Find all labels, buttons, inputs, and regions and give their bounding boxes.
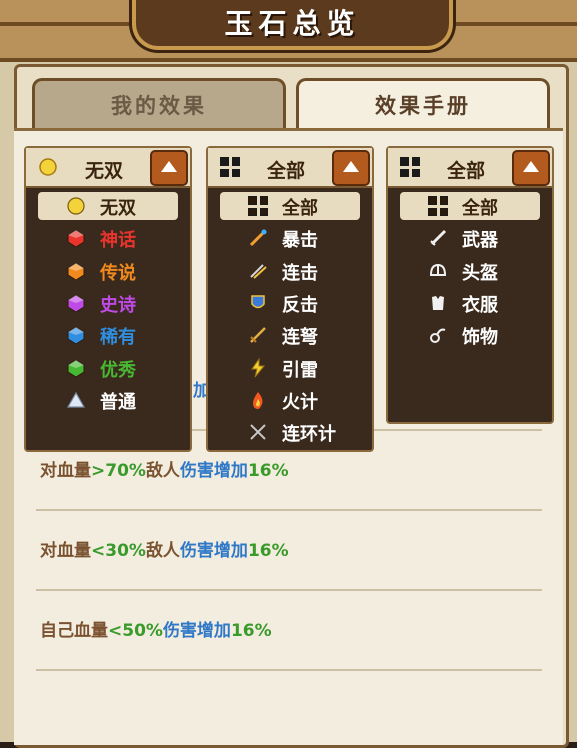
skill-filter-option[interactable]: 连击 (220, 257, 360, 285)
rarity-filter-option[interactable]: 无双 (38, 192, 178, 220)
slot-filter-selected: 全部 (446, 160, 485, 182)
option-label: 稀有 (100, 327, 136, 349)
rarity-filter-option[interactable]: 稀有 (38, 321, 178, 349)
page-title: 玉石总览 (224, 7, 361, 40)
option-label: 连弩 (282, 327, 318, 349)
helmet-icon (428, 261, 448, 281)
skill-filter-option[interactable]: 火计 (220, 386, 360, 414)
option-label: 全部 (282, 198, 318, 219)
option-label: 普通 (100, 391, 136, 413)
option-label: 饰物 (462, 327, 498, 349)
rarity-filter-option[interactable]: 普通 (38, 386, 178, 414)
white-gem-icon (66, 390, 86, 410)
rarity-filter-option[interactable]: 优秀 (38, 354, 178, 382)
yellow-orb-icon (38, 157, 58, 177)
effect-row: 对血量<30%敌人伤害增加16% (36, 509, 542, 591)
tab-my-effects[interactable]: 我的效果 (32, 78, 286, 131)
option-label: 衣服 (462, 294, 498, 316)
slot-filter-option[interactable]: 饰物 (400, 321, 540, 349)
orange-gem-icon (66, 261, 86, 281)
tab-effect-manual[interactable]: 效果手册 (296, 78, 550, 131)
slot-filter-option[interactable]: 头盔 (400, 257, 540, 285)
title-plate: 玉石总览 (132, 0, 453, 50)
yellow-orb-icon (66, 196, 86, 216)
lightning-icon (248, 356, 268, 378)
skill-filter-option[interactable]: 引雷 (220, 354, 360, 382)
effect-row: 自己血量<50%伤害增加16% (36, 589, 542, 671)
skill-filter-option[interactable]: 连弩 (220, 321, 360, 349)
slot-filter-dropdown: 全部 全部武器头盔衣服饰物 (386, 146, 554, 424)
crossbow-icon (248, 325, 268, 345)
slot-filter-option[interactable]: 衣服 (400, 289, 540, 317)
rarity-filter-option[interactable]: 传说 (38, 257, 178, 285)
grid-icon (248, 196, 268, 216)
skill-filter-option[interactable]: 暴击 (220, 224, 360, 252)
option-label: 优秀 (100, 359, 136, 381)
grid-icon (220, 157, 240, 177)
grid-icon (428, 196, 448, 216)
option-label: 头盔 (462, 262, 498, 284)
option-label: 史诗 (100, 294, 136, 316)
slot-filter-option[interactable]: 全部 (400, 192, 540, 220)
blue-gem-icon (66, 325, 86, 345)
skill-filter-dropdown: 全部 全部暴击连击反击连弩引雷火计连环计 (206, 146, 374, 452)
counter-icon (248, 293, 268, 313)
sword-icon (428, 228, 448, 248)
effect-text: 对血量<30%敌人伤害增加16% (40, 541, 289, 561)
red-gem-icon (66, 228, 86, 248)
option-label: 反击 (282, 294, 318, 316)
grid-icon (400, 157, 420, 177)
chain-icon (248, 422, 268, 442)
accessory-icon (428, 325, 448, 345)
option-label: 火计 (282, 391, 318, 413)
combo-strike-icon (248, 261, 268, 281)
skill-filter-option[interactable]: 连环计 (220, 418, 360, 446)
skill-filter-collapse-button[interactable] (332, 150, 370, 186)
green-gem-icon (66, 358, 86, 378)
effect-text: 自己血量<50%伤害增加16% (40, 621, 272, 641)
rarity-filter-selected: 无双 (84, 160, 123, 182)
game-window: 玉石总览 我的效果 效果手册 第三回合开始伤害增加8%对血量>70%敌人伤害增加… (0, 0, 577, 748)
armor-icon (428, 293, 448, 313)
effect-text: 对血量>70%敌人伤害增加16% (40, 461, 289, 481)
purple-gem-icon (66, 293, 86, 313)
critical-strike-icon (248, 228, 268, 248)
option-label: 全部 (462, 198, 498, 219)
rarity-filter-option[interactable]: 神话 (38, 224, 178, 252)
skill-filter-selected: 全部 (266, 160, 305, 182)
skill-filter-option[interactable]: 反击 (220, 289, 360, 317)
option-label: 无双 (100, 198, 136, 219)
fire-icon (248, 390, 268, 410)
option-label: 引雷 (282, 359, 318, 381)
skill-filter-option[interactable]: 全部 (220, 192, 360, 220)
option-label: 传说 (100, 262, 136, 284)
rarity-filter-option[interactable]: 史诗 (38, 289, 178, 317)
slot-filter-collapse-button[interactable] (512, 150, 550, 186)
option-label: 武器 (462, 230, 498, 252)
option-label: 暴击 (282, 230, 318, 252)
slot-filter-option[interactable]: 武器 (400, 224, 540, 252)
rarity-filter-collapse-button[interactable] (150, 150, 188, 186)
option-label: 连击 (282, 262, 318, 284)
option-label: 连环计 (282, 424, 336, 446)
rarity-filter-dropdown: 无双 无双神话传说史诗稀有优秀普通 (24, 146, 192, 452)
option-label: 神话 (100, 230, 136, 252)
